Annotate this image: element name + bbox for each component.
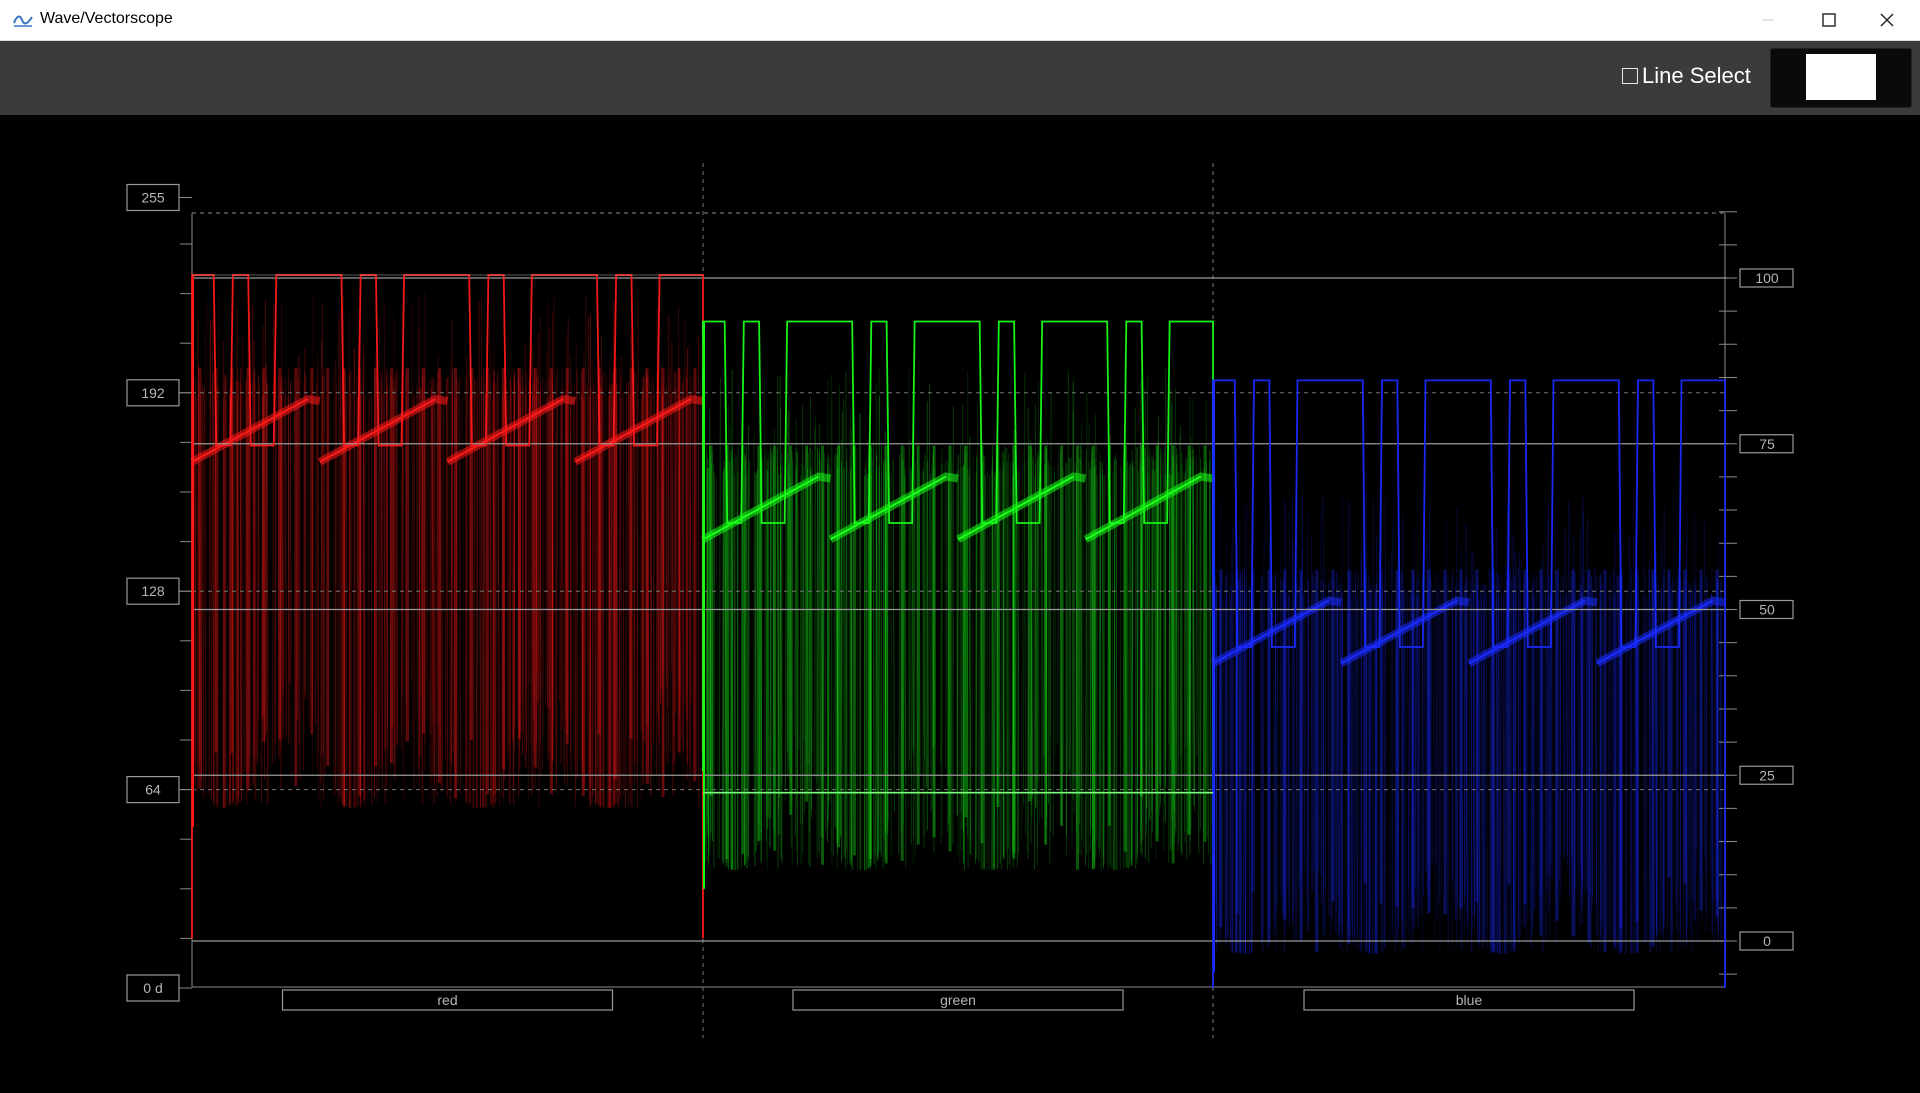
waveform-graph: 255 192 128 64 0 d 100 75 50 25 0 red green blue [0,115,1920,1088]
left-scale-label: 192 [127,380,192,406]
channel-name: green [940,992,976,1008]
waveform-traces [192,292,1725,954]
right-scale-label: 50 [1740,601,1793,619]
minimize-button[interactable] [1736,0,1800,40]
checkbox-icon[interactable] [1622,68,1638,84]
right-scale-value: 100 [1755,270,1779,286]
channel-name: red [437,992,457,1008]
right-scale-value: 0 [1763,933,1771,949]
line-select-checkbox[interactable]: Line Select [1622,61,1751,91]
channel-label-green: green [793,990,1123,1010]
right-scale-label: 25 [1740,766,1793,784]
maximize-icon [1796,0,1860,40]
close-button[interactable] [1856,0,1920,40]
left-scale-label: 64 [127,777,192,803]
left-scale-label: 128 [127,578,192,604]
close-icon [1856,0,1920,40]
right-scale: 100 75 50 25 0 [1740,269,1793,950]
left-scale: 255 192 128 64 0 d [127,185,192,1002]
left-scale-label: 0 d [127,975,192,1001]
left-scale-value: 0 d [143,980,162,996]
channel-labels: red green blue [283,990,1635,1010]
left-scale-value: 64 [145,782,161,798]
maximize-button[interactable] [1796,0,1860,40]
window-title: Wave/Vectorscope [40,10,173,28]
left-scale-value: 128 [141,583,165,599]
line-select-label: Line Select [1642,63,1751,89]
right-scale-label: 100 [1740,269,1793,287]
right-scale-value: 75 [1759,436,1775,452]
channel-red-trace [192,292,703,808]
channel-name: blue [1456,992,1483,1008]
channel-blue-trace [1213,492,1725,954]
left-scale-value: 255 [141,190,165,206]
left-scale-value: 192 [141,385,165,401]
app-icon [12,11,34,29]
right-scale-label: 75 [1740,435,1793,453]
left-scale-label: 255 [127,185,192,211]
toolbar: Line Select [0,41,1920,116]
waveform-scope: 255 192 128 64 0 d 100 75 50 25 0 red green blue [0,115,1920,1088]
channel-label-blue: blue [1304,990,1634,1010]
title-bar: Wave/Vectorscope [0,0,1920,41]
channel-label-red: red [283,990,613,1010]
preview-swatch [1806,54,1876,100]
minimize-icon [1736,0,1800,40]
right-scale-label: 0 [1740,932,1793,950]
right-scale-value: 50 [1759,602,1775,618]
right-scale-value: 25 [1759,767,1775,783]
preview-frame[interactable] [1770,48,1912,108]
